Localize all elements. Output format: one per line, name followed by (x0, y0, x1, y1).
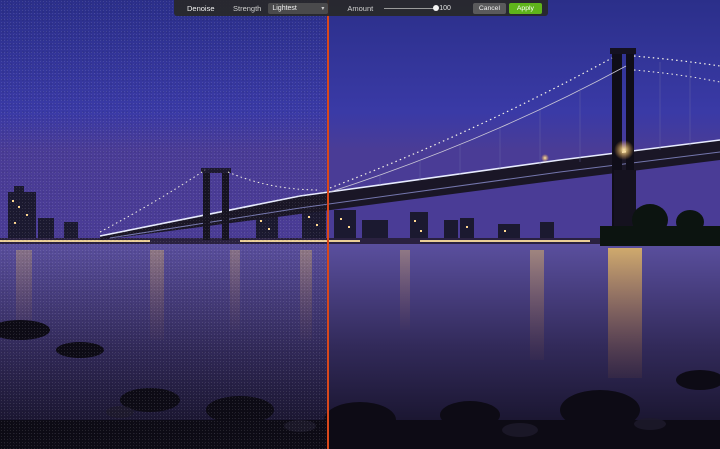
after-preview (328, 0, 720, 449)
strength-label: Strength (233, 3, 262, 13)
after-photo (328, 0, 720, 449)
amount-slider-handle[interactable] (433, 4, 440, 11)
denoise-toolbar: Denoise Strength Lightest ▾ Amount 100 C… (174, 0, 548, 16)
photo-canvas[interactable] (0, 0, 720, 449)
amount-slider[interactable] (384, 3, 440, 14)
strength-value: Lightest (272, 4, 297, 12)
amount-label: Amount (347, 3, 374, 13)
tool-name: Denoise (187, 3, 215, 13)
chevron-down-icon: ▾ (321, 5, 325, 12)
cancel-button[interactable]: Cancel (472, 2, 506, 14)
before-preview (0, 0, 328, 449)
before-photo (0, 0, 328, 449)
strength-dropdown[interactable]: Lightest ▾ (268, 2, 329, 14)
amount-value: 100 (439, 4, 451, 12)
apply-button[interactable]: Apply (508, 2, 542, 14)
amount-slider-track (384, 7, 437, 9)
comparison-split-handle[interactable] (327, 0, 329, 449)
